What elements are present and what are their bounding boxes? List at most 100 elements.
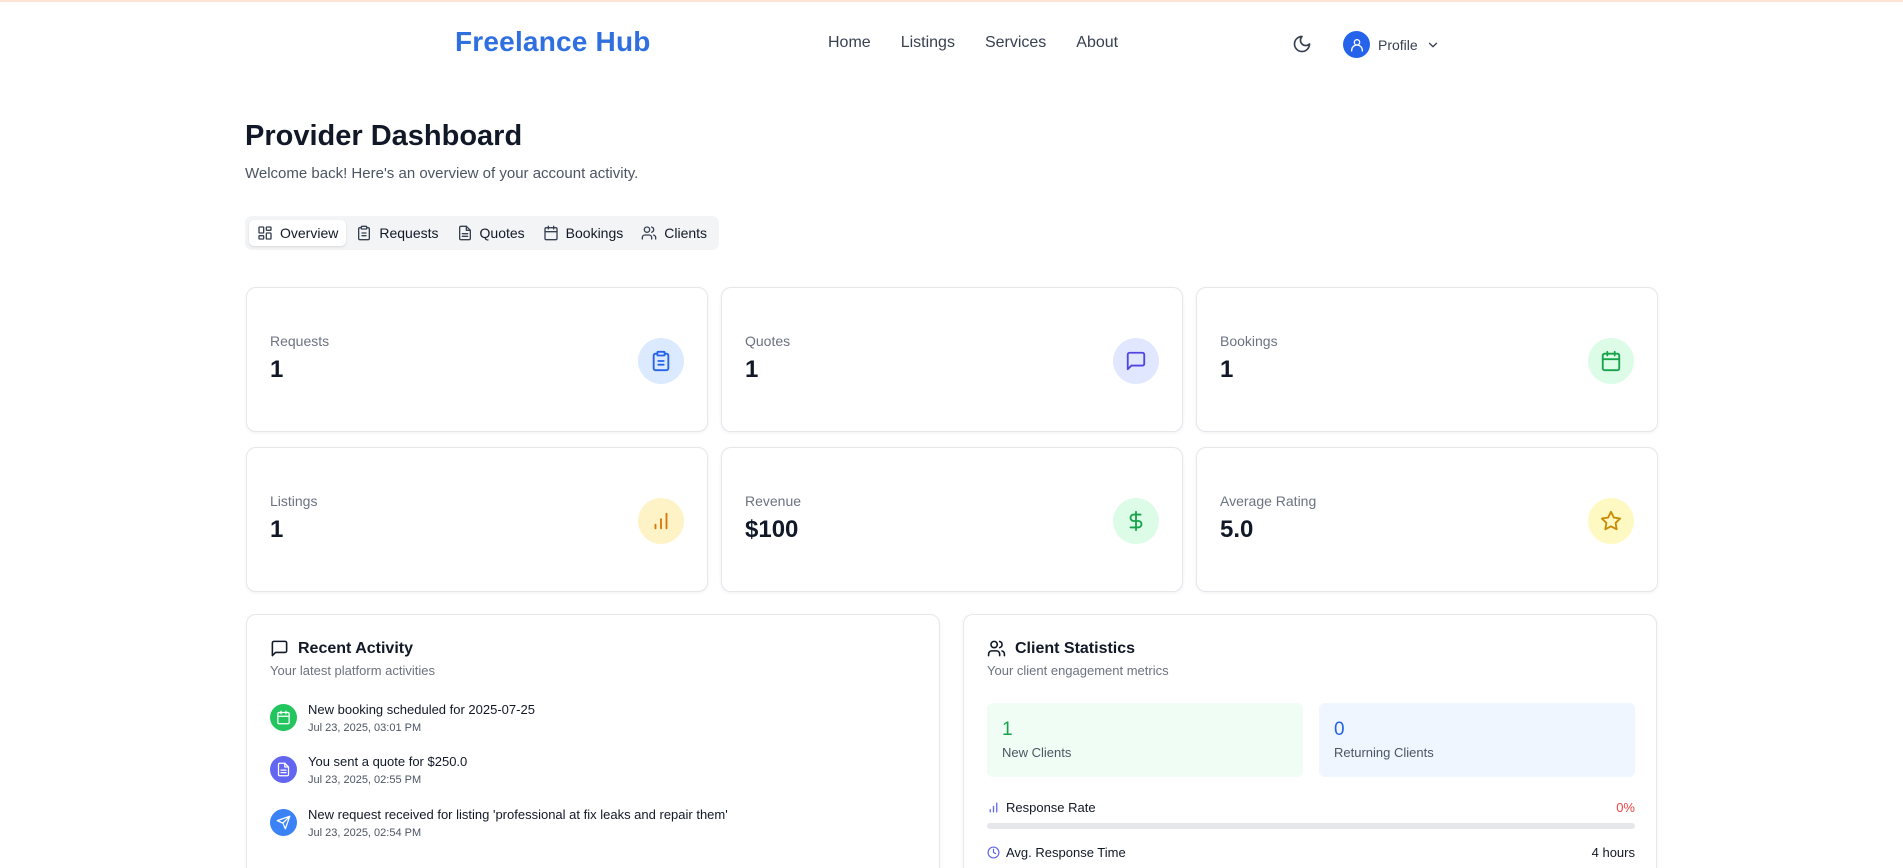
dollar-icon [1129, 510, 1143, 532]
tab-overview[interactable]: Overview [249, 220, 347, 246]
calendar-icon [277, 710, 290, 725]
activity-icon-wrap [270, 809, 297, 836]
star-icon [1600, 510, 1622, 531]
site-header: Freelance Hub Home Listings Services Abo… [0, 2, 1903, 82]
tab-requests[interactable]: Requests [348, 220, 446, 246]
stat-card-requests: Requests 1 [246, 287, 708, 432]
moon-icon [1293, 35, 1311, 53]
bar-chart-icon [989, 802, 998, 813]
main-nav: Home Listings Services About [828, 34, 1118, 52]
clipboard-icon [652, 350, 670, 372]
activity-text: New request received for listing 'profes… [308, 807, 728, 822]
tab-label: Quotes [479, 225, 525, 241]
activity-time: Jul 23, 2025, 02:54 PM [308, 827, 422, 839]
stat-card-quotes: Quotes 1 [721, 287, 1183, 432]
stat-icon-wrap [1113, 498, 1159, 544]
profile-label: Profile [1378, 36, 1418, 53]
tab-bookings[interactable]: Bookings [535, 220, 632, 246]
new-clients-label: New Clients [1002, 745, 1072, 760]
avg-response-time-label: Avg. Response Time [1006, 845, 1126, 860]
panel-subtitle: Your client engagement metrics [987, 663, 1169, 678]
tab-clients[interactable]: Clients [633, 220, 715, 246]
client-statistics-panel: Client Statistics Your client engagement… [963, 614, 1657, 868]
stat-value: 1 [745, 356, 759, 383]
response-rate-label: Response Rate [1006, 800, 1096, 815]
page-subtitle: Welcome back! Here's an overview of your… [245, 165, 639, 182]
tab-quotes[interactable]: Quotes [449, 220, 533, 246]
stat-icon-wrap [1588, 338, 1634, 384]
response-rate-value: 0% [1616, 800, 1635, 815]
new-clients-value: 1 [1002, 719, 1013, 740]
panel-title-text: Recent Activity [298, 639, 413, 657]
activity-icon-wrap [270, 704, 297, 731]
stat-card-listings: Listings 1 [246, 447, 708, 592]
stat-icon-wrap [1588, 498, 1634, 544]
returning-clients-box: 0 Returning Clients [1319, 703, 1635, 777]
page-title: Provider Dashboard [245, 120, 523, 152]
activity-item: New booking scheduled for 2025-07-25 Jul… [270, 702, 535, 734]
send-icon [276, 815, 291, 830]
stat-label: Revenue [745, 493, 802, 509]
returning-clients-label: Returning Clients [1334, 745, 1434, 760]
activity-time: Jul 23, 2025, 02:55 PM [308, 774, 422, 786]
message-square-icon [271, 640, 288, 657]
avg-response-time-row: Avg. Response Time 4 hours [987, 845, 1635, 860]
stat-icon-wrap [638, 338, 684, 384]
tab-label: Bookings [565, 225, 624, 241]
clock-icon [987, 846, 1000, 859]
users-icon [987, 640, 1006, 657]
stat-card-revenue: Revenue $100 [721, 447, 1183, 592]
nav-listings[interactable]: Listings [901, 34, 955, 52]
site-logo[interactable]: Freelance Hub [455, 26, 651, 58]
activity-item: New request received for listing 'profes… [270, 807, 728, 839]
layout-dashboard-icon [258, 226, 272, 240]
activity-icon-wrap [270, 756, 297, 783]
stat-label: Bookings [1220, 333, 1278, 349]
profile-menu[interactable]: Profile [1343, 31, 1440, 58]
tab-label: Requests [379, 225, 439, 241]
tab-label: Overview [280, 225, 339, 241]
response-rate-progress [987, 823, 1635, 829]
stat-value: $100 [745, 516, 799, 543]
nav-about[interactable]: About [1076, 34, 1118, 52]
activity-text: You sent a quote for $250.0 [308, 754, 468, 769]
avg-response-time-value: 4 hours [1591, 845, 1635, 860]
panel-title: Client Statistics [987, 639, 1135, 658]
message-square-icon [1126, 351, 1146, 371]
response-rate-row: Response Rate 0% [987, 800, 1635, 815]
users-icon [641, 226, 657, 240]
stat-label: Requests [270, 333, 330, 349]
activity-time: Jul 23, 2025, 03:01 PM [308, 722, 422, 734]
avatar [1343, 31, 1370, 58]
panel-subtitle: Your latest platform activities [270, 663, 435, 678]
activity-item: You sent a quote for $250.0 Jul 23, 2025… [270, 754, 467, 786]
stat-value: 1 [1220, 356, 1234, 383]
tab-label: Clients [664, 225, 708, 241]
bar-chart-icon [654, 512, 668, 530]
file-text-icon [277, 762, 290, 777]
clipboard-icon [358, 225, 371, 241]
recent-activity-panel: Recent Activity Your latest platform act… [246, 614, 940, 868]
stat-value: 1 [270, 516, 284, 543]
panel-title-text: Client Statistics [1015, 639, 1136, 657]
file-text-icon [458, 225, 471, 241]
returning-clients-value: 0 [1334, 719, 1345, 740]
stat-value: 1 [270, 356, 284, 383]
user-icon [1350, 38, 1363, 52]
calendar-icon [1601, 350, 1621, 372]
stat-label: Listings [270, 493, 318, 509]
chevron-down-icon [1428, 42, 1437, 47]
dashboard-tabs: Overview Requests Quotes Bookings Client… [245, 216, 720, 250]
stat-label: Average Rating [1220, 493, 1317, 509]
activity-text: New booking scheduled for 2025-07-25 [308, 702, 535, 717]
panel-title: Recent Activity [270, 639, 413, 658]
theme-toggle-button[interactable] [1292, 34, 1314, 56]
stat-value: 5.0 [1220, 516, 1254, 543]
calendar-icon [543, 225, 558, 241]
stat-card-bookings: Bookings 1 [1196, 287, 1658, 432]
stat-label: Quotes [745, 333, 791, 349]
new-clients-box: 1 New Clients [987, 703, 1303, 777]
nav-services[interactable]: Services [985, 34, 1046, 52]
nav-home[interactable]: Home [828, 34, 871, 52]
stat-icon-wrap [1113, 338, 1159, 384]
